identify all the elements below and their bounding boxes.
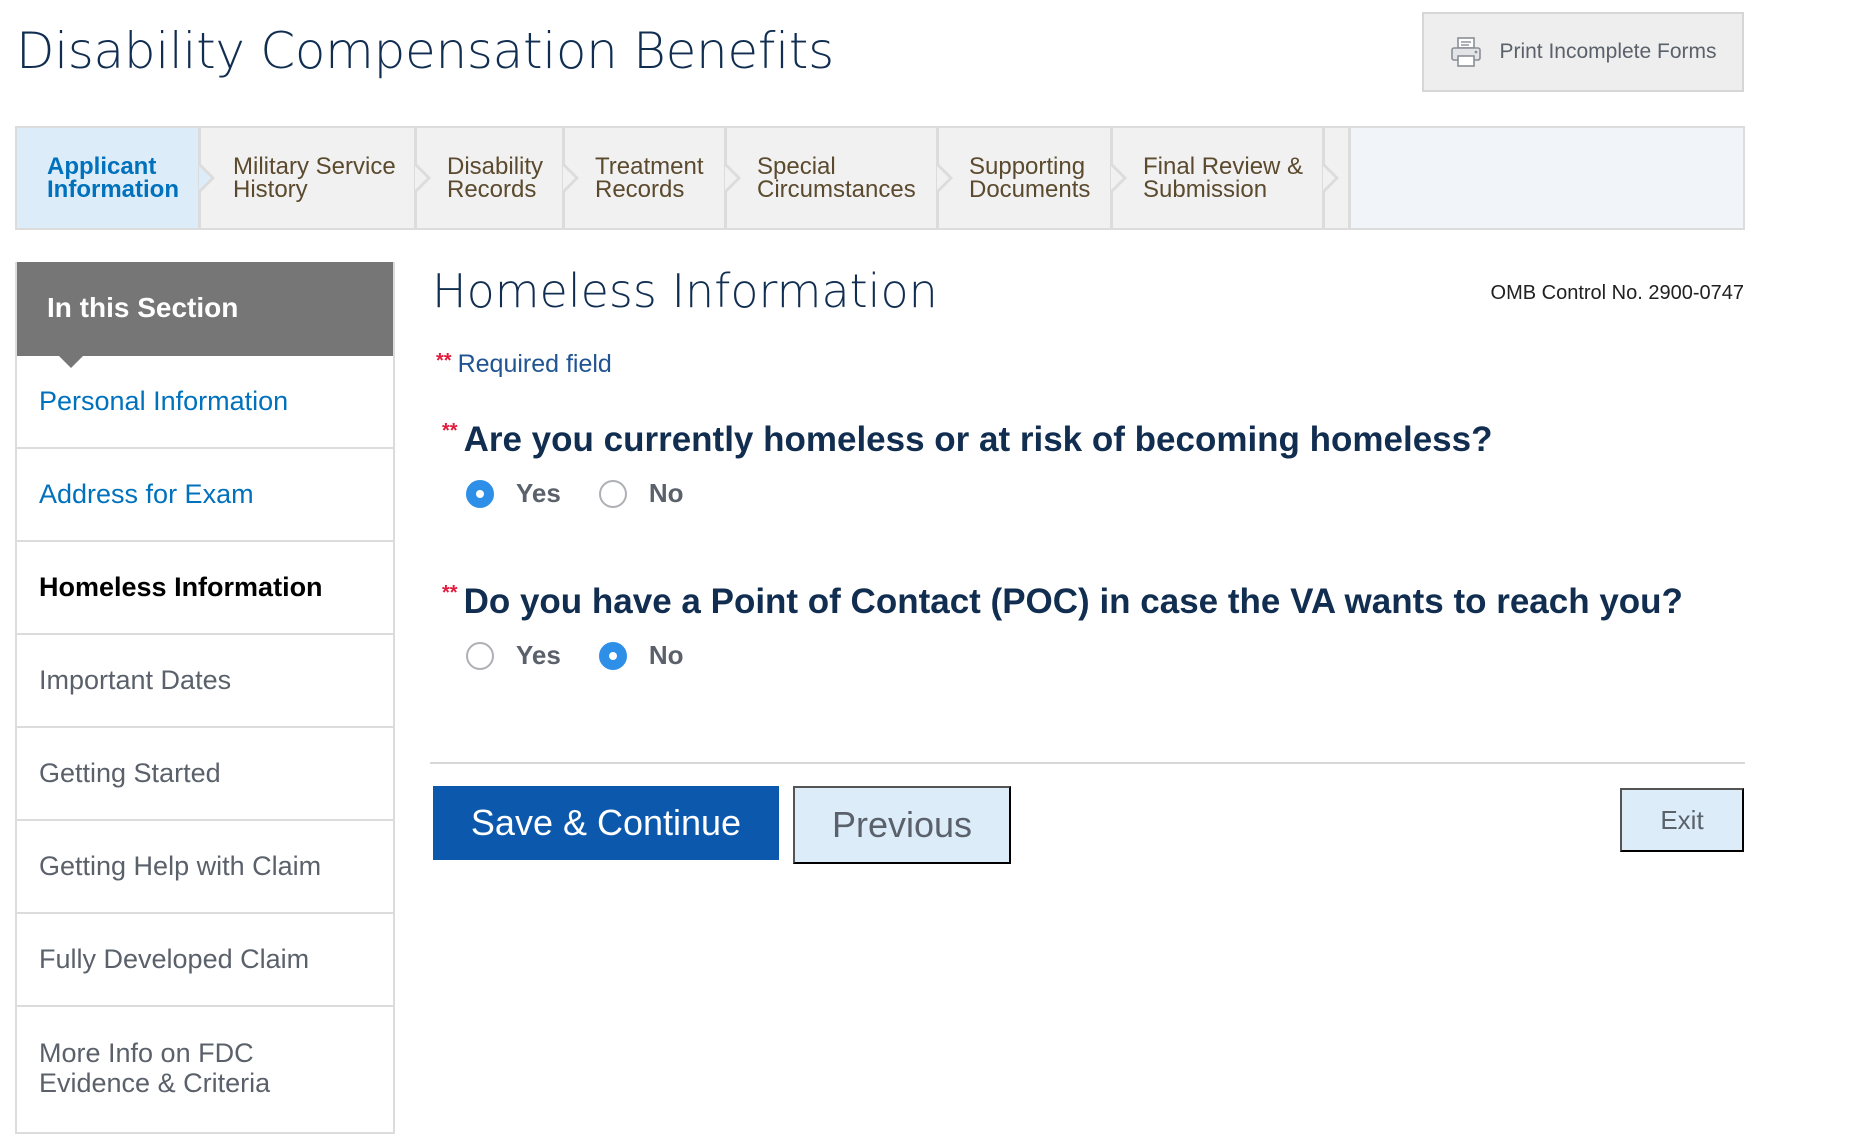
question-homeless: ** Are you currently homeless or at risk …	[442, 420, 1493, 460]
step-label-line: Records	[595, 176, 685, 203]
sidebar-item-important-dates[interactable]: Important Dates	[17, 635, 393, 728]
step-label-line: Documents	[969, 176, 1091, 203]
sidebar-item-homeless-information[interactable]: Homeless Information	[17, 542, 393, 635]
question-point-of-contact: ** Do you have a Point of Contact (POC) i…	[442, 582, 1683, 622]
required-field-text: Required field	[457, 350, 612, 378]
sidebar-item-fully-developed-claim[interactable]: Fully Developed Claim	[17, 914, 393, 1007]
step-label-line: Military Service	[233, 153, 396, 180]
required-field-note: ** Required field	[436, 350, 612, 379]
step-applicant-information[interactable]: Applicant Information	[17, 128, 215, 228]
homeless-no-radio[interactable]: No	[598, 478, 684, 509]
poc-radio-group: Yes No	[466, 640, 722, 671]
required-marker: **	[436, 350, 452, 372]
printer-icon	[1451, 37, 1482, 67]
step-military-service-history[interactable]: Military Service History	[201, 128, 431, 228]
section-title: Homeless Information	[432, 264, 938, 318]
radio-label: Yes	[516, 640, 561, 670]
print-incomplete-forms-button[interactable]: Print Incomplete Forms	[1422, 12, 1744, 92]
radio-unselected-icon[interactable]	[598, 479, 627, 508]
sidebar-item-getting-started[interactable]: Getting Started	[17, 728, 393, 821]
radio-label: No	[648, 478, 684, 508]
omb-control-number: OMB Control No. 2900-0747	[1490, 282, 1744, 304]
step-supporting-documents[interactable]: Supporting Documents	[939, 128, 1127, 228]
step-final-review-submission[interactable]: Final Review & Submission	[1113, 128, 1339, 228]
question-text: Are you currently homeless or at risk of…	[463, 420, 1493, 459]
step-label-line: Information	[47, 176, 179, 203]
poc-no-radio[interactable]: No	[598, 640, 684, 671]
step-special-circumstances[interactable]: Special Circumstances	[727, 128, 953, 228]
required-marker: **	[442, 582, 458, 604]
step-label-line: Records	[447, 176, 537, 203]
step-label-line: Special	[757, 153, 836, 180]
homeless-radio-group: Yes No	[466, 478, 722, 509]
save-continue-button[interactable]: Save & Continue	[433, 786, 779, 860]
step-treatment-records[interactable]: Treatment Records	[565, 128, 741, 228]
sidebar-item-label-line: More Info on FDC	[39, 1038, 254, 1068]
step-label-line: Applicant	[47, 153, 157, 180]
question-text: Do you have a Point of Contact (POC) in …	[463, 582, 1683, 621]
step-disability-records[interactable]: Disability Records	[417, 128, 579, 228]
step-label-line: Circumstances	[757, 176, 916, 203]
step-label-line: Submission	[1143, 176, 1268, 203]
required-marker: **	[442, 420, 458, 442]
homeless-yes-radio[interactable]: Yes	[466, 478, 561, 509]
print-button-label: Print Incomplete Forms	[1499, 40, 1717, 63]
section-sidebar: In this Section Personal Information Add…	[15, 262, 395, 1134]
exit-button[interactable]: Exit	[1620, 788, 1744, 852]
sidebar-item-personal-information[interactable]: Personal Information	[17, 356, 393, 449]
step-label-line: Disability	[447, 153, 544, 180]
previous-button[interactable]: Previous	[793, 786, 1011, 864]
step-label-line: Final Review &	[1143, 153, 1304, 180]
sidebar-heading: In this Section	[17, 262, 393, 368]
sidebar-item-getting-help-with-claim[interactable]: Getting Help with Claim	[17, 821, 393, 914]
radio-label: No	[648, 640, 684, 670]
step-label-line: Supporting	[969, 153, 1086, 180]
sidebar-item-more-info-fdc[interactable]: More Info on FDC Evidence & Criteria	[17, 1007, 393, 1129]
radio-unselected-icon[interactable]	[466, 641, 494, 670]
radio-selected-icon[interactable]	[466, 479, 494, 508]
sidebar-item-address-for-exam[interactable]: Address for Exam	[17, 449, 393, 542]
step-navigation: Applicant Information Military Service His…	[15, 126, 1745, 230]
step-label-line: History	[233, 176, 308, 203]
page-title: Disability Compensation Benefits	[16, 22, 834, 80]
poc-yes-radio[interactable]: Yes	[466, 640, 561, 671]
sidebar-item-label-line: Evidence & Criteria	[39, 1068, 271, 1098]
step-label-line: Treatment	[595, 153, 704, 180]
radio-label: Yes	[516, 478, 561, 508]
form-divider	[430, 762, 1745, 764]
radio-selected-icon[interactable]	[598, 641, 627, 670]
